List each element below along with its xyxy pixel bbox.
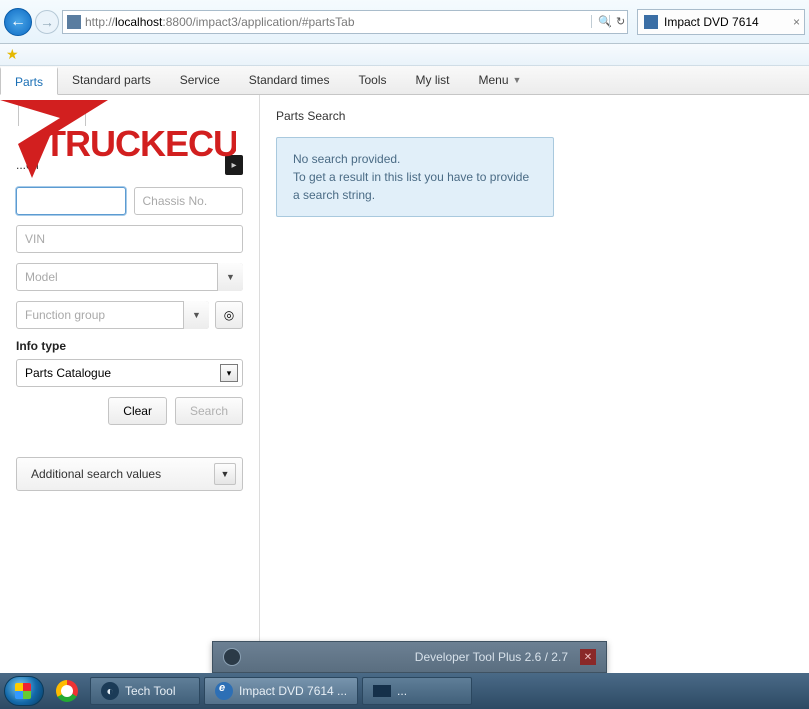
additional-search-toggle[interactable]: Additional search values ▼ (16, 457, 243, 491)
start-button[interactable] (4, 676, 44, 706)
close-icon[interactable]: ✕ (580, 649, 596, 665)
tab-my-list[interactable]: My list (401, 66, 464, 94)
model-combo[interactable] (16, 263, 243, 291)
search-icon[interactable]: 🔍 (591, 15, 607, 28)
info-type-value: Parts Catalogue (25, 366, 111, 380)
search-sidebar: ...ch ▸ ▼ ▼ ◎ Info type Parts Catal (0, 95, 259, 669)
info-line-2: To get a result in this list you have to… (293, 168, 537, 204)
info-type-label: Info type (16, 339, 243, 353)
info-line-1: No search provided. (293, 150, 537, 168)
taskbar-volvo-label: ... (397, 684, 407, 698)
search-heading: ...ch (16, 158, 39, 172)
chrome-icon (56, 680, 78, 702)
taskbar-impact[interactable]: Impact DVD 7614 ... (204, 677, 358, 705)
clear-button[interactable]: Clear (108, 397, 167, 425)
browser-tab[interactable]: Impact DVD 7614 × (637, 9, 805, 35)
refresh-icon[interactable]: ↻ (609, 15, 625, 28)
taskbar-chrome[interactable] (48, 677, 86, 705)
address-bar[interactable]: http://localhost:8800/impact3/applicatio… (62, 10, 628, 34)
primary-search-input[interactable] (16, 187, 126, 215)
vin-input[interactable] (16, 225, 243, 253)
function-group-dropdown-button[interactable]: ▼ (183, 301, 209, 329)
info-type-select[interactable]: Parts Catalogue ▾ (16, 359, 243, 387)
developer-tool-badge[interactable]: Developer Tool Plus 2.6 / 2.7 ✕ (212, 641, 607, 673)
main-panel: Parts Search No search provided. To get … (259, 95, 809, 669)
favorites-bar: ★ (0, 44, 809, 66)
tab-title: Impact DVD 7614 (664, 15, 759, 29)
function-group-combo[interactable] (16, 301, 209, 329)
volvo-logo-icon (373, 685, 391, 697)
tab-tools[interactable]: Tools (344, 66, 401, 94)
taskbar-impact-label: Impact DVD 7614 ... (239, 684, 347, 698)
techtool-icon: ◐ (101, 682, 119, 700)
taskbar-techtool[interactable]: ◐ Tech Tool (90, 677, 200, 705)
volvo-icon (223, 648, 241, 666)
tab-standard-times[interactable]: Standard times (235, 66, 345, 94)
tab-parts[interactable]: Parts (0, 67, 58, 95)
forward-button[interactable]: → (35, 10, 59, 34)
tab-menu[interactable]: Menu▼ (464, 66, 536, 94)
panel-title: Parts Search (276, 109, 793, 123)
chevron-down-icon: ▼ (214, 463, 236, 485)
site-icon (67, 15, 81, 29)
url-text: http://localhost:8800/impact3/applicatio… (85, 15, 355, 29)
target-icon: ◎ (224, 308, 234, 322)
tab-favicon (644, 15, 658, 29)
taskbar-volvo[interactable]: ... (362, 677, 472, 705)
taskbar-techtool-label: Tech Tool (125, 684, 175, 698)
search-button[interactable]: Search (175, 397, 243, 425)
ie-icon (215, 682, 233, 700)
dev-badge-label: Developer Tool Plus 2.6 / 2.7 (415, 650, 568, 664)
function-group-picker-button[interactable]: ◎ (215, 301, 243, 329)
tab-close-icon[interactable]: × (793, 15, 800, 29)
additional-search-label: Additional search values (31, 467, 161, 481)
browser-toolbar: ← → http://localhost:8800/impact3/applic… (0, 0, 809, 44)
expand-button[interactable]: ▸ (225, 155, 243, 175)
info-type-dropdown-button[interactable]: ▾ (220, 364, 238, 382)
chassis-input[interactable] (134, 187, 244, 215)
back-button[interactable]: ← (4, 8, 32, 36)
model-dropdown-button[interactable]: ▼ (217, 263, 243, 291)
app-nav: Parts Standard parts Service Standard ti… (0, 66, 809, 95)
favorites-star-icon[interactable]: ★ (6, 46, 19, 62)
taskbar: ◐ Tech Tool Impact DVD 7614 ... ... (0, 673, 809, 709)
info-message: No search provided. To get a result in t… (276, 137, 554, 217)
tab-standard-parts[interactable]: Standard parts (58, 66, 166, 94)
content-area: ...ch ▸ ▼ ▼ ◎ Info type Parts Catal (0, 95, 809, 669)
tab-service[interactable]: Service (166, 66, 235, 94)
chevron-down-icon: ▼ (513, 75, 522, 85)
